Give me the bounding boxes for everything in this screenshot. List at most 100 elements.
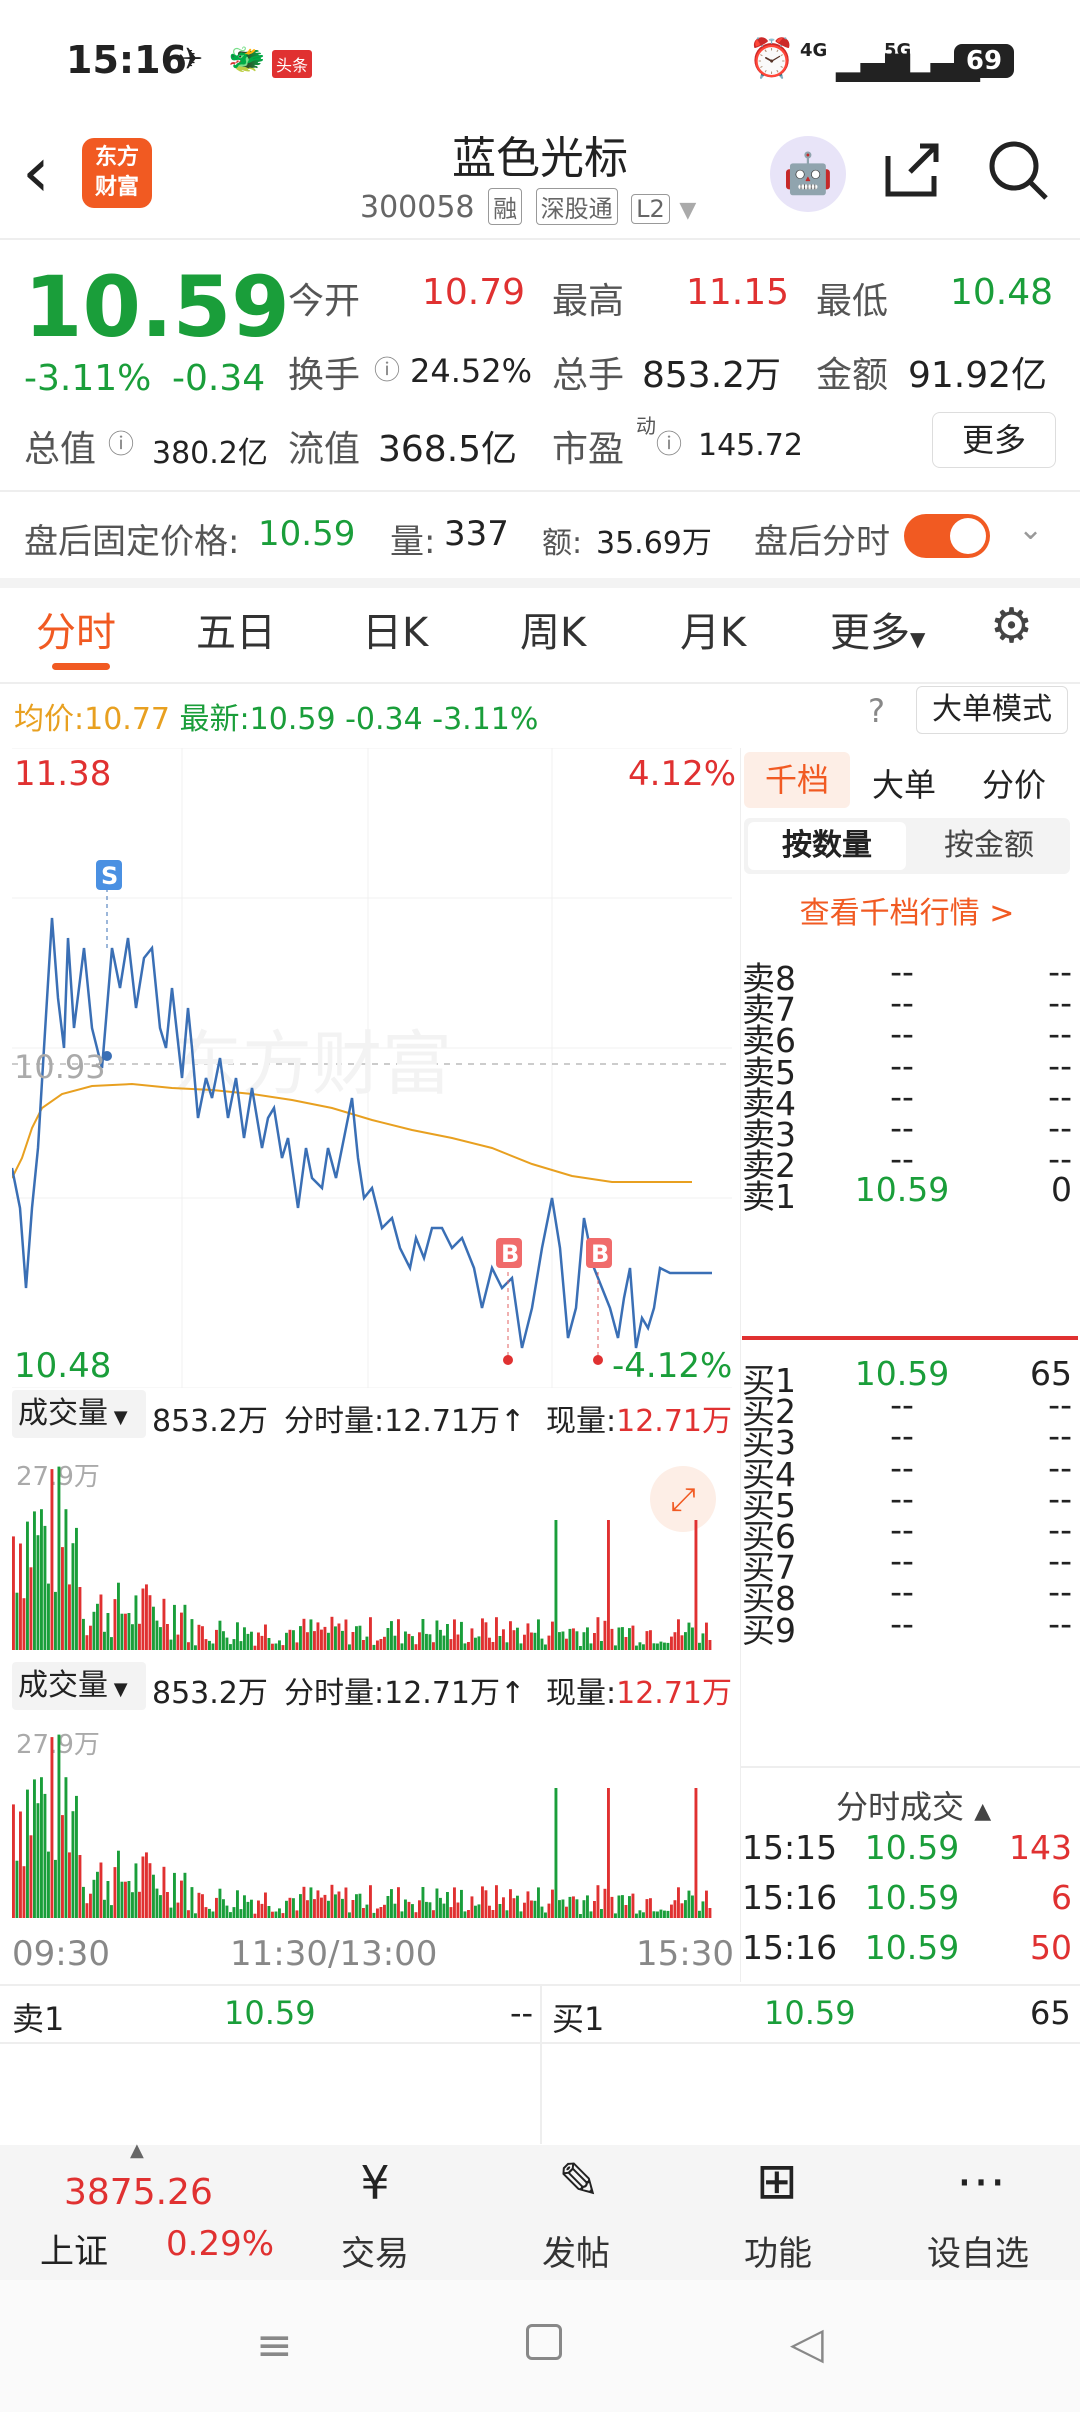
- volume-bar: [159, 1627, 162, 1650]
- volume-bar: [229, 1644, 232, 1650]
- volume-bar: [624, 1637, 628, 1650]
- function-icon[interactable]: ⊞: [742, 2152, 812, 2218]
- after-hours-toggle[interactable]: [904, 514, 990, 558]
- big-order-mode-button[interactable]: 大单模式: [916, 686, 1068, 734]
- nav-function[interactable]: 功能: [678, 2226, 878, 2275]
- volume-bar: [64, 1777, 68, 1918]
- volume-bar: [502, 1629, 505, 1650]
- volume-bar: [15, 1592, 19, 1650]
- latest-value: 10.59: [249, 702, 336, 737]
- volume-bar: [106, 1881, 110, 1918]
- volume-bar: [453, 1887, 456, 1918]
- volume-bar: [411, 1904, 414, 1918]
- tab-weekly[interactable]: 周K: [520, 600, 586, 658]
- post-icon[interactable]: ✎: [544, 2152, 614, 2218]
- volume-bar: [666, 1910, 670, 1918]
- volume-bar: [495, 1617, 498, 1650]
- trade-icon[interactable]: ¥: [340, 2156, 410, 2216]
- volume-bar: [36, 1535, 40, 1650]
- back-nav-icon[interactable]: ◁: [790, 2318, 824, 2369]
- volume-bar: [414, 1912, 418, 1918]
- volume-bar: [610, 1628, 614, 1650]
- indicator-select-2[interactable]: 成交量 ▼: [12, 1662, 146, 1710]
- volume-bar: [211, 1911, 215, 1918]
- volume-svg-2: [12, 1734, 712, 1918]
- tag-l2: L2: [631, 194, 670, 224]
- index-pct[interactable]: 0.29%: [166, 2224, 274, 2264]
- ask-row[interactable]: 卖1 10.59 0: [742, 1170, 1072, 1218]
- tab-orderbook[interactable]: 千档: [744, 752, 850, 808]
- volume-bar: [99, 1862, 103, 1918]
- indicator-select-1[interactable]: 成交量 ▼: [12, 1390, 146, 1438]
- volume-bar: [285, 1900, 288, 1918]
- bid-row[interactable]: 买9 -- --: [742, 1604, 1072, 1652]
- share-icon[interactable]: [880, 136, 946, 202]
- info-icon-3[interactable]: ⓘ: [656, 424, 682, 461]
- volume-bar: [449, 1639, 453, 1650]
- chevron-down-icon[interactable]: ⌄: [1018, 512, 1043, 547]
- volume-bar: [222, 1631, 225, 1650]
- tab-intraday[interactable]: 分时: [36, 600, 116, 658]
- trades-title[interactable]: 分时成交 ▲: [836, 1782, 991, 1828]
- tab-5day[interactable]: 五日: [196, 600, 276, 658]
- view-orderbook-link[interactable]: 查看千档行情 >: [744, 888, 1070, 932]
- volume-bar: [407, 1633, 411, 1650]
- tab-big-orders[interactable]: 大单: [872, 760, 936, 806]
- volume-bar: [383, 1904, 386, 1918]
- gear-icon[interactable]: ⚙: [990, 598, 1033, 654]
- divider: [0, 682, 1080, 684]
- volume-bar: [530, 1900, 533, 1918]
- volume-bar: [131, 1892, 134, 1918]
- vol-fs-value-1: 12.71万: [384, 1404, 500, 1439]
- buy-marker-2-dot: [593, 1355, 603, 1365]
- trade-volume: 50: [1030, 1928, 1072, 1967]
- volume-bar: [575, 1631, 579, 1650]
- home-icon[interactable]: [526, 2324, 562, 2360]
- help-icon[interactable]: ?: [868, 692, 885, 730]
- volume-bar: [463, 1911, 467, 1918]
- vol-total-2: 853.2万: [152, 1676, 268, 1711]
- app-logo[interactable]: 东方 财富: [82, 138, 152, 208]
- stock-code-line[interactable]: 300058 融 深股通 L2 ▼: [360, 188, 696, 225]
- info-icon[interactable]: ⓘ: [374, 350, 400, 387]
- volume-bar: [15, 1860, 19, 1918]
- volume-bar: [183, 1872, 187, 1918]
- more-dots-icon[interactable]: ⋯: [946, 2152, 1016, 2218]
- volume-bar: [271, 1911, 274, 1918]
- ai-assistant-icon[interactable]: 🤖: [770, 136, 846, 212]
- index-name[interactable]: 上证: [40, 2224, 108, 2273]
- search-icon[interactable]: [986, 138, 1052, 204]
- intraday-chart[interactable]: 东方财富 S B B: [10, 747, 732, 1389]
- tab-more[interactable]: 更多▼: [830, 600, 925, 658]
- nav-trade[interactable]: 交易: [275, 2226, 475, 2275]
- volume-bar: [173, 1872, 176, 1918]
- stock-code: 300058: [360, 190, 475, 225]
- volume-bar: [292, 1630, 295, 1650]
- seg-by-amount[interactable]: 按金额: [912, 822, 1066, 870]
- tab-monthly[interactable]: 月K: [680, 600, 746, 658]
- volume-bar: [561, 1899, 565, 1918]
- info-icon-2[interactable]: ⓘ: [108, 424, 134, 461]
- nav-post[interactable]: 发帖: [476, 2226, 676, 2275]
- volume-bar: [397, 1887, 400, 1918]
- volume-bar: [379, 1639, 383, 1650]
- volume-bar: [134, 1595, 138, 1650]
- volume-bar: [337, 1891, 341, 1918]
- volume-bar: [215, 1897, 218, 1918]
- more-button[interactable]: 更多: [932, 412, 1056, 468]
- open-label: 今开: [288, 281, 361, 322]
- menu-icon[interactable]: ≡: [256, 2320, 293, 2371]
- seg-by-qty[interactable]: 按数量: [748, 822, 906, 870]
- volume-bar: [131, 1624, 134, 1650]
- index-value[interactable]: 3875.26: [64, 2172, 213, 2213]
- tab-daily[interactable]: 日K: [362, 600, 428, 658]
- latest-label: 最新:: [179, 702, 250, 737]
- volume-bar: [155, 1888, 159, 1918]
- volume-bar: [467, 1642, 470, 1650]
- volume-bar: [687, 1622, 691, 1650]
- tab-price-dist[interactable]: 分价: [982, 760, 1046, 806]
- nav-add-watchlist[interactable]: 设自选: [878, 2226, 1078, 2275]
- back-button[interactable]: ‹: [22, 137, 50, 207]
- volume-bar: [663, 1910, 666, 1918]
- volume-bar: [218, 1888, 222, 1918]
